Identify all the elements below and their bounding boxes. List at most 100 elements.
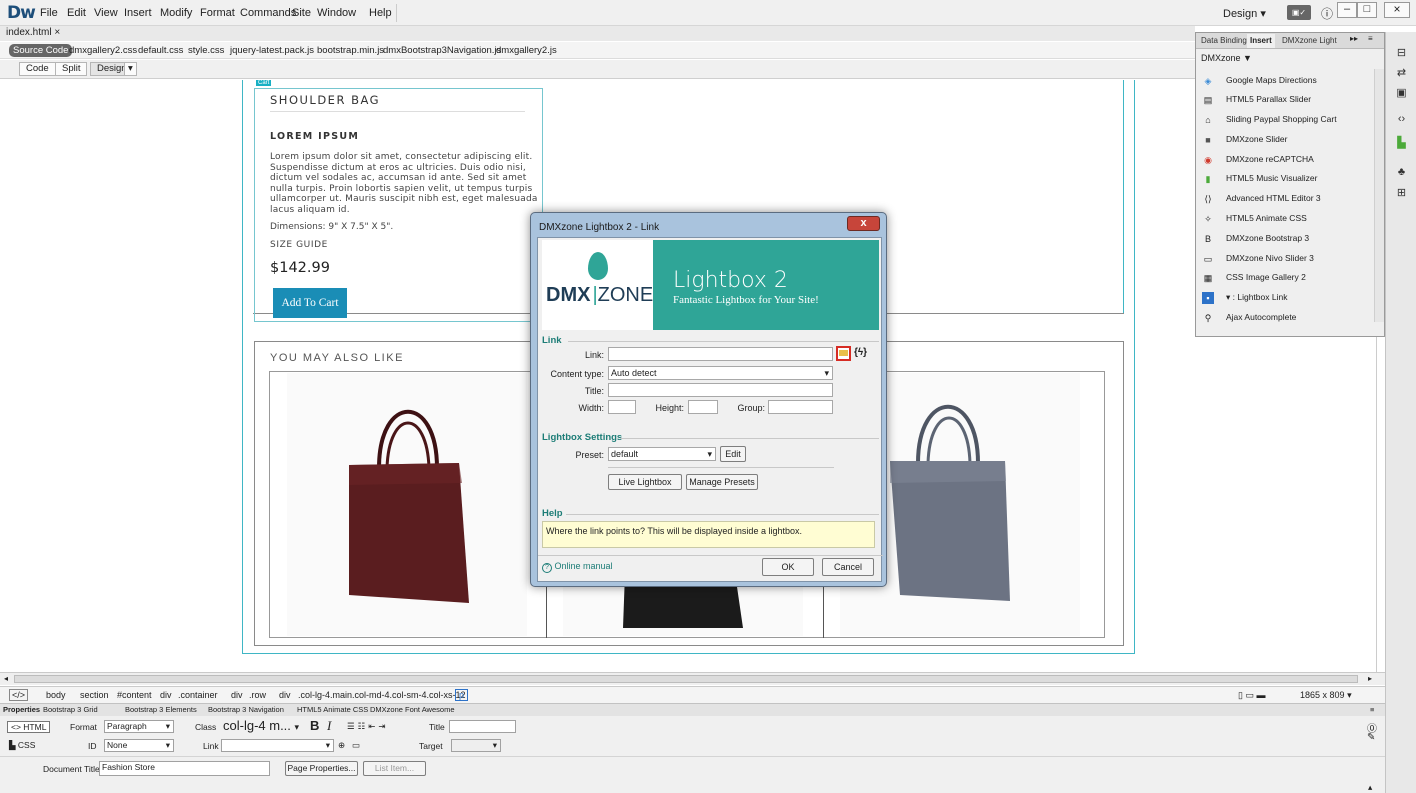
title-input[interactable] [449,720,516,733]
related-file[interactable]: dmxgallery2.js [496,45,557,56]
tab-insert[interactable]: Insert [1247,34,1275,48]
split-view-button[interactable]: Split [55,62,88,76]
tag-container[interactable]: .container [178,690,218,700]
quick-tag-icon[interactable]: ✎ [1367,732,1375,743]
insert-item[interactable]: ◉ DMXzone reCAPTCHA [1202,150,1314,169]
minimize-button[interactable]: – [1337,2,1357,18]
tag-section[interactable]: section [80,690,109,700]
workspace-switcher[interactable]: Design ▾ [1223,7,1266,20]
insert-item[interactable]: ⚲ Ajax Autocomplete [1202,308,1297,327]
live-lightbox-button[interactable]: Live Lightbox [608,474,682,490]
insert-item[interactable]: ▮ HTML5 Music Visualizer [1202,169,1318,188]
menu-help[interactable]: Help [369,7,392,19]
collapse-icon[interactable]: ▴ [1368,782,1372,793]
sync-settings-icon[interactable]: ▣✓ [1287,5,1311,20]
online-manual-link[interactable]: ? Online manual [542,561,613,573]
tag-body[interactable]: body [46,690,66,700]
menu-view[interactable]: View [94,7,118,19]
target-select[interactable]: ▾ [451,739,501,752]
format-select[interactable]: Paragraph ▾ [104,720,174,733]
assets-panel-icon[interactable]: ▣ [1393,86,1410,101]
menu-file[interactable]: File [40,7,58,19]
link-input[interactable] [608,347,833,361]
bold-button[interactable]: B [310,718,319,733]
html-mode-button[interactable]: <> HTML [7,721,51,733]
list-item-button[interactable]: List Item... [363,761,426,776]
tab-bootstrap-grid[interactable]: Bootstrap 3 Grid [43,705,98,714]
code-navigator-icon[interactable]: </> [9,689,29,701]
point-to-file-icon[interactable]: ⊕ [338,740,345,751]
tag-div[interactable]: div [279,690,291,700]
related-file[interactable]: bootstrap.min.js [317,45,384,56]
view-options-button[interactable]: ▾ [124,62,137,76]
files-panel-icon[interactable]: ⇄ [1393,66,1410,81]
tab-bootstrap-elements[interactable]: Bootstrap 3 Elements [125,705,197,714]
dynamic-data-icon[interactable]: {ϟ} [854,347,867,358]
id-select[interactable]: None ▾ [104,739,174,752]
insert-item[interactable]: ◈ Google Maps Directions [1202,71,1317,90]
panel-menu-icon[interactable]: ≡ [1370,705,1374,714]
insert-item[interactable]: ▭ DMXzone Nivo Slider 3 [1202,249,1314,268]
preset-select[interactable]: default ▾ [608,447,716,461]
css-mode-button[interactable]: ▙ CSS [9,740,35,751]
content-type-select[interactable]: Auto detect ▾ [608,366,833,380]
info-icon[interactable]: ⓘ [1321,5,1333,22]
close-window-button[interactable]: × [1384,2,1410,18]
ok-button[interactable]: OK [762,558,814,576]
menu-modify[interactable]: Modify [160,7,192,19]
insert-panel-icon[interactable]: ⊟ [1393,46,1410,61]
menu-insert[interactable]: Insert [124,7,152,19]
insert-item[interactable]: ▦ CSS Image Gallery 2 [1202,268,1306,287]
insert-item[interactable]: ⟨⟩ Advanced HTML Editor 3 [1202,189,1320,208]
snippets-icon[interactable]: ‹› [1393,112,1410,127]
italic-button[interactable]: I [327,718,331,734]
height-input[interactable] [688,400,718,414]
scroll-right-icon[interactable]: ▸ [1368,674,1372,683]
folder-icon[interactable]: ▭ [352,740,360,751]
code-view-button[interactable]: Code [19,62,56,76]
tag-row[interactable]: .row [249,690,266,700]
related-file[interactable]: jquery-latest.pack.js [230,45,314,56]
panel-menu-icon[interactable]: ≡ [1368,34,1373,43]
product-image-1[interactable] [287,373,527,636]
close-icon[interactable]: × [54,27,60,38]
tag-div[interactable]: div [160,690,172,700]
insert-item[interactable]: ▪ ▾ : Lightbox Link [1202,288,1287,307]
menu-commands[interactable]: Commands [240,7,296,19]
menu-format[interactable]: Format [200,7,235,19]
horizontal-scrollbar[interactable]: ◂ ▸ [0,672,1385,685]
related-file[interactable]: default.css [138,45,183,56]
add-to-cart-button[interactable]: Add To Cart [273,288,347,318]
tab-html5-animate[interactable]: HTML5 Animate CSS [297,705,368,714]
css-designer-icon[interactable]: ▙ [1393,136,1410,151]
link-input[interactable]: ▾ [221,739,334,752]
browse-folder-button[interactable] [836,346,851,361]
title-input[interactable] [608,383,833,397]
dom-panel-icon[interactable]: ♣ [1393,165,1410,180]
maximize-button[interactable]: □ [1357,2,1377,18]
menu-site[interactable]: Site [292,7,311,19]
related-file[interactable]: dmxgallery2.css [69,45,137,56]
tag-content[interactable]: #content [117,690,152,700]
scroll-left-icon[interactable]: ◂ [4,674,8,683]
tab-data-bindings[interactable]: Data Bindings [1198,34,1254,48]
manage-presets-button[interactable]: Manage Presets [686,474,758,490]
class-select[interactable]: col-lg-4 m... ▾ [223,718,299,733]
document-title-input[interactable]: Fashion Store [99,761,270,776]
panel-scrollbar[interactable] [1374,69,1384,322]
related-file[interactable]: dmxBootstrap3Navigation.js [383,45,501,56]
source-code-button[interactable]: Source Code [9,44,73,57]
tag-col[interactable]: .col-lg-4.main.col-md-4.col-sm-4.col-xs-… [298,690,466,700]
dialog-close-button[interactable]: x [847,216,880,231]
menu-window[interactable]: Window [317,7,356,19]
behaviors-icon[interactable]: ⊞ [1393,186,1410,201]
tab-dmxzone-light[interactable]: DMXzone Light [1279,34,1340,48]
width-input[interactable] [608,400,636,414]
tag-p[interactable]: p [455,689,469,701]
insert-item[interactable]: ■ DMXzone Slider [1202,130,1287,149]
insert-item[interactable]: ⌂ Sliding Paypal Shopping Cart [1202,110,1336,129]
tag-div[interactable]: div [231,690,243,700]
list-buttons[interactable]: ☰☷⇤⇥ [347,721,388,732]
related-file[interactable]: style.css [188,45,224,56]
menu-edit[interactable]: Edit [67,7,86,19]
